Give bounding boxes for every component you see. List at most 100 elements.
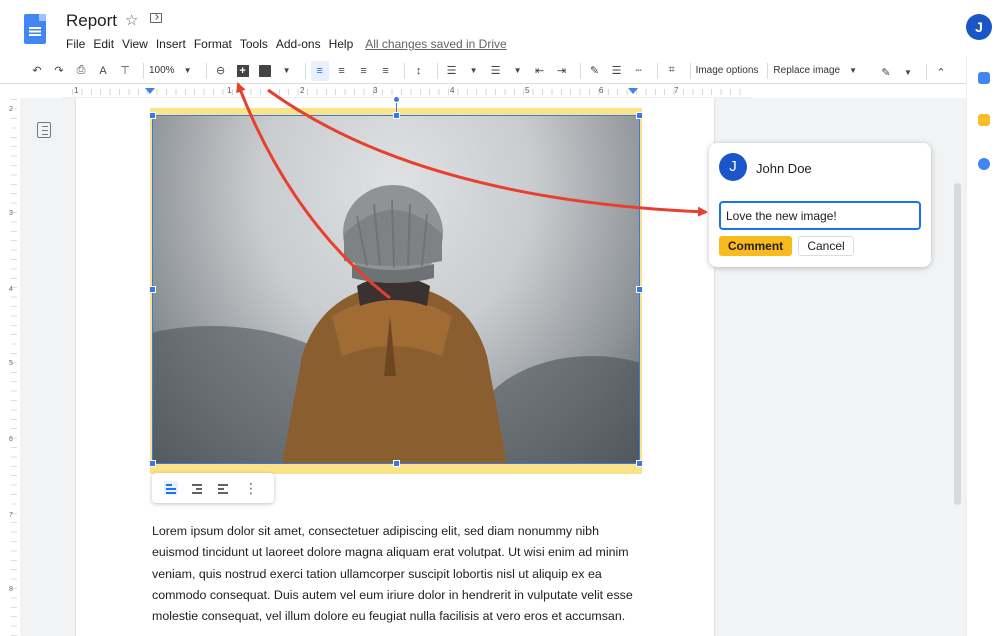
decrease-indent-icon[interactable]: ⇤ [531,61,549,81]
comment-cancel-button[interactable]: Cancel [798,236,854,256]
align-left-icon[interactable]: ≡ [310,60,329,81]
border-dash-icon[interactable]: ┄ [630,61,648,81]
ruler-number: 4 [9,286,13,293]
menu-tools[interactable]: Tools [240,37,268,51]
left-indent-marker[interactable] [145,88,155,94]
resize-handle-top-right[interactable] [636,112,643,119]
chevron-down-icon[interactable]: ▼ [899,62,917,82]
resize-handle-top-left[interactable] [149,112,156,119]
replace-image-button[interactable]: Replace image [773,65,840,76]
insert-image-icon[interactable] [256,61,274,81]
ruler-number: 2 [300,86,305,95]
bulleted-list-icon[interactable]: ☰ [487,61,505,81]
menu-edit[interactable]: Edit [93,37,114,51]
app-header: Report ☆ File Edit View Insert Format To… [0,0,1000,56]
toolbar-divider [304,62,306,79]
chevron-down-icon[interactable]: ▼ [278,61,296,81]
resize-handle-left[interactable] [149,286,156,293]
ruler-number: 5 [9,360,13,367]
resize-handle-top[interactable] [393,112,400,119]
resize-handle-right[interactable] [636,286,643,293]
numbered-list-icon[interactable]: ☰ [443,61,461,81]
menu-format[interactable]: Format [194,37,232,51]
vertical-ruler[interactable]: 2 3 4 5 6 7 8 [8,98,20,636]
text-line: veniam, quis nostrud exerci tation ullam… [152,566,602,581]
add-comment-icon[interactable]: + [234,61,252,81]
side-panel [966,56,1000,636]
resize-handle-bottom[interactable] [393,460,400,467]
folder-move-icon[interactable] [150,13,162,23]
menu-file[interactable]: File [66,37,85,51]
comment-input[interactable] [719,201,921,230]
ruler-number: 4 [450,86,455,95]
more-vertical-icon[interactable]: ⋮ [244,480,258,497]
align-justify-icon[interactable]: ≡ [377,61,395,81]
calendar-icon[interactable] [978,72,990,84]
photo-illustration [152,185,640,464]
save-status-link[interactable]: All changes saved in Drive [365,37,506,51]
ruler-number: 5 [525,86,530,95]
star-icon[interactable]: ☆ [125,11,138,29]
line-spacing-icon[interactable]: ↕ [410,61,428,81]
toolbar-divider [403,62,405,79]
ruler-number: 7 [9,512,13,519]
undo-icon[interactable]: ↶ [28,61,46,81]
comment-submit-button[interactable]: Comment [719,236,792,256]
menu-help[interactable]: Help [329,37,354,51]
redo-icon[interactable]: ↷ [50,61,68,81]
zoom-select[interactable]: 100% [149,65,175,76]
wrap-inline-icon[interactable] [164,481,178,495]
ruler-number: 1 [227,86,232,95]
print-icon[interactable]: ⎙ [72,61,90,81]
selected-image[interactable] [152,116,640,464]
toolbar-divider [926,64,927,80]
editing-toolbar: ↶ ↷ ⎙ A ⊤ 100% ▼ ⊖ + ▼ ≡ ≡ ≡ ≡ ↕ ☰ ▼ ☰ ▼… [0,58,966,84]
comment-author-avatar: J [719,153,747,181]
align-right-icon[interactable]: ≡ [355,61,373,81]
keep-icon[interactable] [978,114,990,126]
chevron-down-icon[interactable]: ▼ [844,61,862,81]
docs-logo-icon[interactable] [24,14,46,44]
resize-handle-bottom-left[interactable] [149,460,156,467]
toolbar-divider [579,62,581,79]
increase-indent-icon[interactable]: ⇥ [553,61,571,81]
document-title[interactable]: Report [66,11,117,31]
ruler-number: 6 [599,86,604,95]
border-weight-icon[interactable]: ☰ [608,61,626,81]
link-icon[interactable]: ⊖ [212,61,230,81]
border-color-icon[interactable]: ✎ [586,61,604,81]
align-center-icon[interactable]: ≡ [333,61,351,81]
chevron-down-icon[interactable]: ▼ [179,61,197,81]
ruler-number: 3 [9,210,13,217]
toolbar-divider [656,62,658,79]
menu-insert[interactable]: Insert [156,37,186,51]
account-avatar[interactable]: J [966,14,992,40]
ruler-number: 1 [74,86,79,95]
tasks-icon[interactable] [978,158,990,170]
chevron-up-icon[interactable]: ⌃ [932,62,950,82]
paint-format-icon[interactable]: ⊤ [116,61,134,81]
resize-handle-bottom-right[interactable] [636,460,643,467]
rotate-handle[interactable] [393,96,400,103]
right-indent-marker[interactable] [628,88,638,94]
document-body-text[interactable]: Lorem ipsum dolor sit amet, consectetuer… [152,521,642,627]
ruler-number: 8 [9,586,13,593]
chevron-down-icon[interactable]: ▼ [465,61,483,81]
menu-addons[interactable]: Add-ons [276,37,321,51]
spellcheck-icon[interactable]: A [94,61,112,81]
menu-view[interactable]: View [122,37,148,51]
document-outline-icon[interactable] [37,122,51,138]
crop-icon[interactable]: ⌗ [663,61,681,81]
chevron-down-icon[interactable]: ▼ [509,61,527,81]
comment-author-name: John Doe [756,161,812,176]
horizontal-ruler[interactable]: 1 1 2 3 4 5 6 7 [62,86,752,98]
pencil-icon[interactable]: ✎ [877,62,895,82]
break-text-icon[interactable] [216,481,230,495]
text-line: Lorem ipsum dolor sit amet, consectetuer… [152,524,599,538]
vertical-scrollbar[interactable] [954,183,961,505]
text-line: commodo consequat. Duis autem vel eum ir… [152,587,633,602]
toolbar-divider [205,62,207,79]
wrap-text-icon[interactable] [190,481,204,495]
text-line: euismod tincidunt ut laoreet dolore magn… [152,545,629,560]
image-options-button[interactable]: Image options [696,65,759,76]
